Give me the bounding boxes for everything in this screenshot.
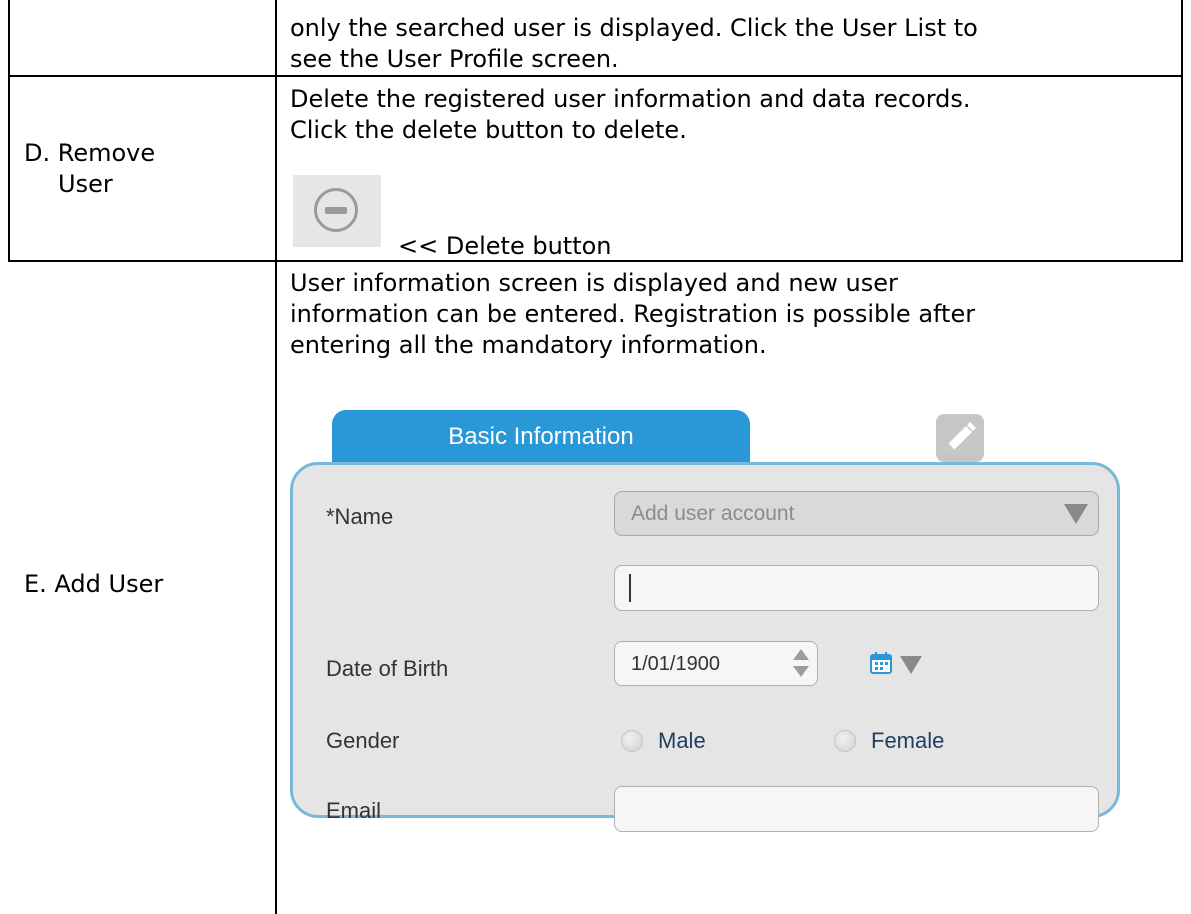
account-select[interactable]: Add user account bbox=[614, 491, 1099, 536]
pencil-icon bbox=[947, 422, 976, 451]
gender-female-label[interactable]: Female bbox=[871, 728, 944, 754]
text-cursor bbox=[629, 574, 631, 602]
gender-label: Gender bbox=[326, 728, 400, 753]
search-description: only the searched user is displayed. Cli… bbox=[290, 14, 978, 73]
table-border-right bbox=[1181, 0, 1183, 262]
remove-user-label: D. Remove User bbox=[24, 139, 156, 198]
minus-circle-icon bbox=[314, 188, 358, 232]
date-of-birth-field[interactable]: 1/01/1900 bbox=[614, 641, 818, 686]
email-input[interactable] bbox=[614, 786, 1099, 832]
gender-male-label[interactable]: Male bbox=[658, 728, 706, 754]
user-information-form: Basic Information *Name Add user account… bbox=[288, 400, 1124, 832]
email-label: Email bbox=[326, 798, 382, 823]
increment-icon[interactable] bbox=[793, 649, 809, 660]
gender-female-radio[interactable] bbox=[834, 730, 856, 752]
add-user-label: E. Add User bbox=[24, 570, 164, 598]
calendar-icon[interactable] bbox=[870, 652, 892, 674]
name-label: *Name bbox=[326, 504, 394, 529]
table-border-left bbox=[8, 0, 10, 262]
decrement-icon[interactable] bbox=[793, 666, 809, 677]
table-column-divider bbox=[275, 0, 277, 914]
remove-user-description: Delete the registered user information a… bbox=[290, 85, 971, 144]
gender-male-radio[interactable] bbox=[621, 730, 643, 752]
name-input[interactable] bbox=[614, 565, 1099, 611]
edit-button[interactable] bbox=[936, 414, 984, 462]
tab-basic-information[interactable]: Basic Information bbox=[332, 410, 750, 468]
chevron-down-icon[interactable] bbox=[900, 656, 922, 674]
chevron-down-icon bbox=[1064, 504, 1088, 524]
date-of-birth-label: Date of Birth bbox=[326, 656, 449, 681]
delete-button[interactable] bbox=[293, 175, 381, 247]
account-select-value: Add user account bbox=[631, 502, 795, 525]
delete-button-caption: << Delete button bbox=[398, 232, 612, 260]
table-row-divider bbox=[8, 75, 1183, 77]
add-user-description: User information screen is displayed and… bbox=[290, 269, 976, 359]
